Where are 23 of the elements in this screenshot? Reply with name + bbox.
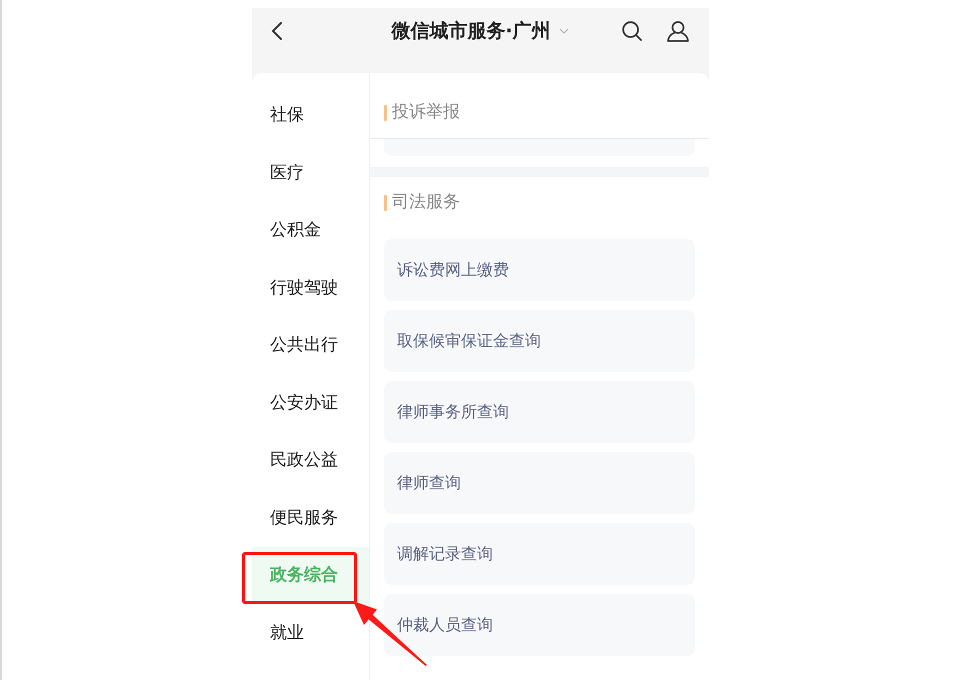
accent-bar-icon	[384, 194, 387, 210]
category-tab[interactable]: 医疗	[252, 144, 369, 202]
category-tab[interactable]: 行驶驾驶	[252, 260, 369, 317]
category-tab[interactable]: 公共出行	[252, 317, 369, 374]
service-item[interactable]: 律师事务所查询	[384, 381, 695, 443]
search-icon[interactable]	[622, 21, 642, 41]
service-item[interactable]: 调解记录查询	[384, 523, 695, 585]
service-item[interactable]: 取保候审保证金查询	[384, 310, 695, 372]
service-item[interactable]: 律师查询	[384, 452, 695, 514]
category-tab[interactable]: 公安办证	[252, 374, 369, 432]
accent-bar-icon	[384, 104, 387, 120]
back-icon[interactable]	[271, 22, 282, 40]
user-icon[interactable]	[667, 20, 689, 42]
category-tab[interactable]: 社保	[252, 87, 369, 144]
service-item[interactable]: 仲裁人员查询	[384, 594, 695, 656]
section-title: 司法服务	[392, 191, 460, 214]
section-title: 投诉举报	[392, 101, 460, 124]
service-item[interactable]: 诉讼费网上缴费	[384, 239, 695, 301]
category-tab[interactable]: 就业	[252, 604, 369, 662]
category-tab[interactable]: 民政公益	[252, 432, 369, 490]
page-title: 微信城市服务·广州	[391, 19, 551, 44]
category-tab[interactable]: 公积金	[252, 202, 369, 260]
category-tab[interactable]: 便民服务	[252, 490, 369, 547]
